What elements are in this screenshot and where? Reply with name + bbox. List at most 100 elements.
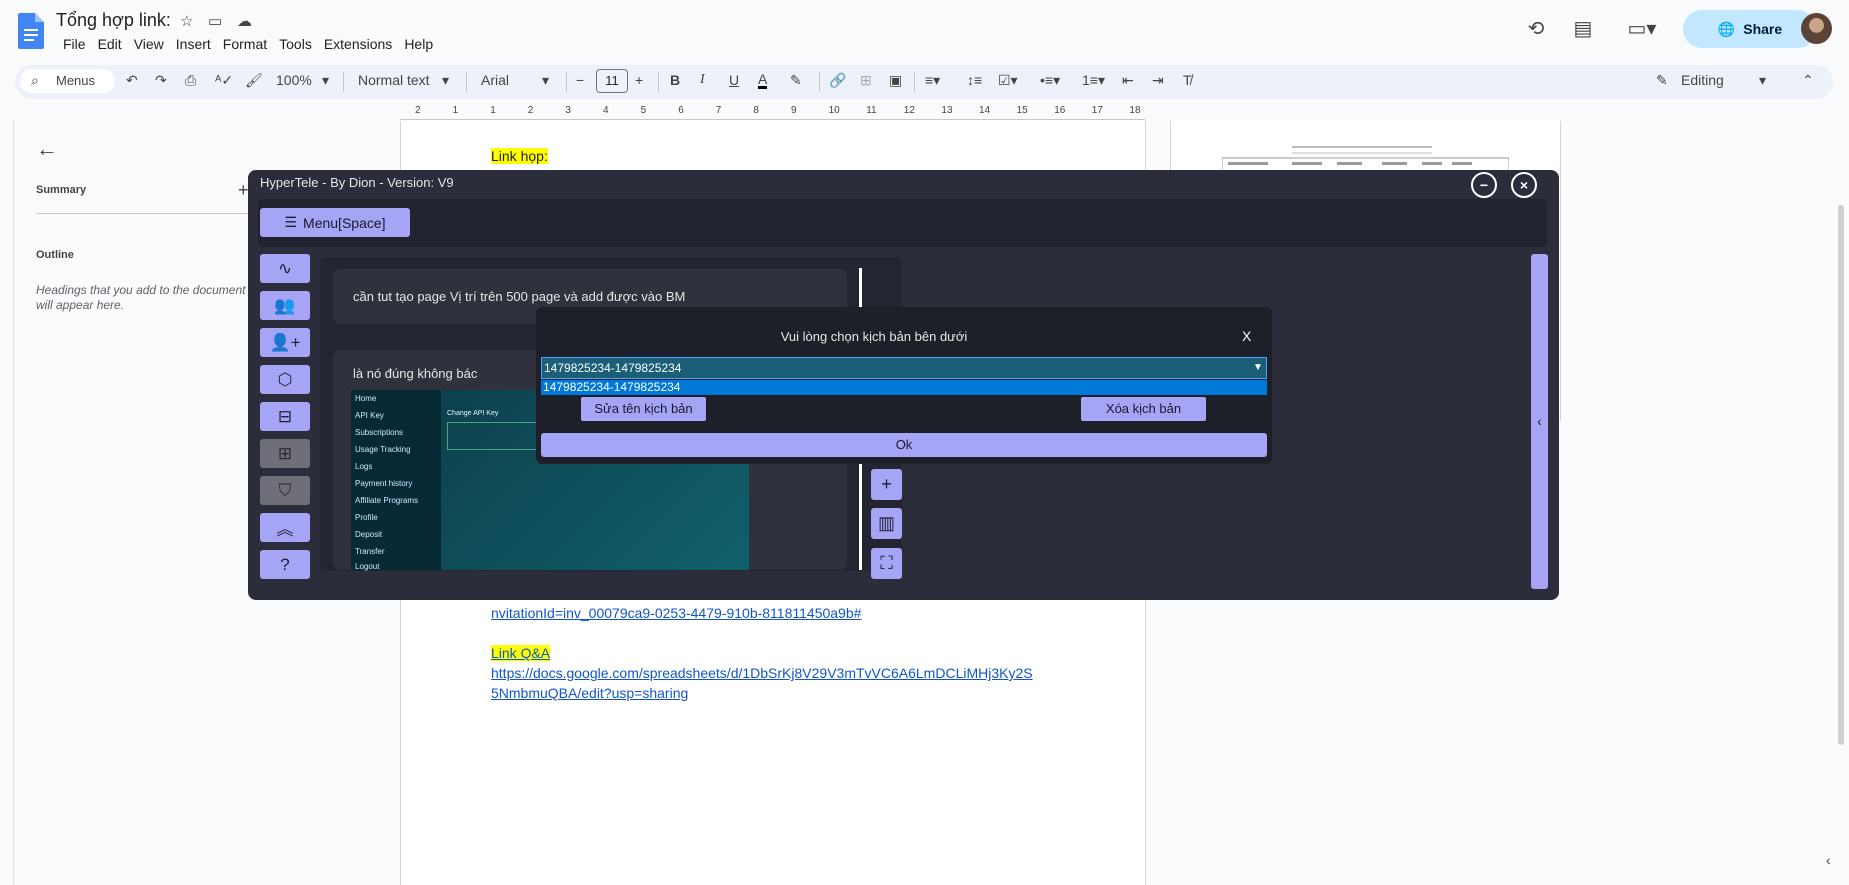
horizontal-ruler[interactable]: 2 1 1 2 3 4 5 6 7 8 9 10 11 12 13 14 15 16 17 18 [400, 104, 1145, 120]
ruler-tick-label: 15 [1016, 105, 1028, 116]
close-icon[interactable]: × [1511, 172, 1537, 198]
nav-item: Transfer [355, 547, 385, 556]
zoom-select[interactable]: 100% [276, 72, 312, 88]
redo-icon[interactable]: ↷ [155, 72, 167, 89]
menu-view[interactable]: View [128, 36, 170, 52]
nav-item: Profile [355, 513, 378, 522]
inbox-icon[interactable]: ⊟ [260, 402, 310, 431]
bold-icon[interactable]: B [670, 72, 680, 88]
menu-bar: File Edit View Insert Format Tools Exten… [57, 36, 439, 52]
script-select[interactable]: 1479825234-1479825234 [541, 357, 1267, 379]
ruler-tick-label: 10 [828, 105, 840, 116]
explore-expand-icon[interactable]: ‹ [1826, 852, 1831, 868]
add-comment-icon[interactable]: ⊞ [860, 72, 872, 89]
vertical-ruler[interactable] [0, 121, 14, 885]
ruler-tick-label: 16 [1054, 105, 1066, 116]
print-icon[interactable]: ⎙ [185, 72, 196, 89]
doc-heading-meeting-link: Link họp: [491, 148, 548, 164]
package-icon[interactable]: ⬡ [260, 365, 310, 394]
clear-formatting-icon[interactable]: T̸ [1183, 72, 1192, 88]
activity-icon[interactable]: ∿ [260, 254, 310, 283]
line-spacing-icon[interactable]: ↕≡ [967, 72, 982, 88]
share-button[interactable]: 🌐 Share [1683, 10, 1817, 48]
font-chevron-down-icon: ▾ [542, 72, 550, 88]
version-history-icon[interactable]: ⟲ [1523, 16, 1549, 42]
increase-font-size-icon[interactable]: + [635, 72, 643, 88]
checklist-icon[interactable]: ☑▾ [998, 72, 1018, 89]
text-color-icon[interactable]: A [758, 72, 768, 89]
document-title[interactable]: Tổng hợp link: [56, 10, 171, 31]
close-outline-arrow-icon[interactable]: ← [36, 136, 58, 162]
cloud-saved-icon[interactable]: ☁ [237, 12, 252, 30]
menu-file[interactable]: File [57, 36, 92, 52]
ruler-tick-label: 11 [866, 105, 877, 116]
editing-mode-select[interactable]: Editing [1681, 72, 1724, 88]
rename-script-button[interactable]: Sửa tên kịch bản [581, 397, 706, 421]
meeting-invite-link[interactable]: nvitationId=inv_00079ca9-0253-4479-910b-… [491, 605, 861, 621]
meet-video-icon[interactable]: ▭▾ [1622, 16, 1662, 42]
dialog-close-button[interactable]: X [1242, 328, 1251, 344]
qa-sheet-link-line1[interactable]: https://docs.google.com/spreadsheets/d/1… [491, 665, 1033, 681]
menu-help[interactable]: Help [398, 36, 439, 52]
decrease-indent-icon[interactable]: ⇤ [1122, 72, 1134, 89]
ruler-baseline [400, 119, 1145, 120]
ruler-tick-label: 14 [979, 105, 991, 116]
minimize-icon[interactable]: − [1471, 172, 1497, 198]
italic-icon[interactable]: I [700, 72, 705, 88]
menu-space-button[interactable]: ☰ Menu[Space] [260, 208, 410, 237]
menu-edit[interactable]: Edit [92, 36, 128, 52]
nav-item: Affiliate Programs [355, 496, 418, 505]
help-icon[interactable]: ? [260, 550, 310, 579]
document-scrollbar[interactable] [1838, 205, 1844, 745]
move-folder-icon[interactable]: ▭ [208, 12, 222, 30]
share-label: Share [1743, 21, 1783, 37]
shield-icon[interactable]: ⛉ [260, 476, 310, 505]
menu-extensions[interactable]: Extensions [318, 36, 398, 52]
increase-indent-icon[interactable]: ⇥ [1152, 72, 1164, 89]
toolbar-divider [343, 72, 344, 92]
double-chevron-up-icon[interactable]: ︽ [260, 513, 310, 542]
ok-button[interactable]: Ok [541, 433, 1267, 457]
undo-icon[interactable]: ↶ [126, 72, 138, 89]
font-size-input[interactable]: 11 [596, 69, 628, 93]
numbered-list-icon[interactable]: 1≡▾ [1082, 72, 1105, 89]
users-icon[interactable]: 👥 [260, 291, 310, 320]
list-menu-icon: ☰ [284, 214, 298, 230]
paragraph-style-select[interactable]: Normal text [358, 72, 430, 88]
mode-chevron-down-icon: ▾ [1759, 72, 1767, 88]
menu-format[interactable]: Format [217, 36, 273, 52]
add-summary-icon[interactable]: + [238, 180, 249, 201]
book-icon[interactable]: ▥ [871, 508, 902, 539]
menu-tools[interactable]: Tools [273, 36, 318, 52]
select-chevron-down-icon[interactable]: ▼ [1250, 358, 1266, 378]
collapse-panel-chevron-icon[interactable]: ‹ [1531, 254, 1548, 589]
toolbar-divider [466, 72, 467, 92]
decrease-font-size-icon[interactable]: − [576, 72, 584, 88]
spellcheck-icon[interactable]: ᴬ✓ [215, 72, 233, 89]
add-icon[interactable]: + [871, 469, 902, 500]
paint-format-icon[interactable]: 🖌 [245, 72, 263, 89]
star-icon[interactable]: ☆ [180, 12, 193, 30]
edit-pencil-icon: ✎ [1656, 72, 1668, 88]
comments-icon[interactable]: ▤ [1570, 16, 1596, 42]
script-option[interactable]: 1479825234-1479825234 [541, 380, 1267, 395]
screenshot-nav-menu: Home API Key Subscriptions Usage Trackin… [351, 390, 441, 571]
add-user-icon[interactable]: 👤+ [260, 328, 310, 357]
insert-link-icon[interactable]: 🔗 [829, 72, 846, 89]
table-icon[interactable]: ⊞ [260, 439, 310, 468]
avatar[interactable] [1801, 13, 1832, 44]
delete-script-button[interactable]: Xóa kịch bản [1081, 397, 1206, 421]
menu-insert[interactable]: Insert [170, 36, 217, 52]
insert-image-icon[interactable]: ▣ [889, 72, 902, 89]
underline-icon[interactable]: U [729, 72, 739, 88]
highlight-color-icon[interactable]: ✎ [790, 72, 802, 89]
hide-menus-chevron-up-icon[interactable]: ⌃ [1802, 72, 1814, 89]
align-left-icon[interactable]: ≡▾ [925, 72, 940, 89]
bulleted-list-icon[interactable]: •≡▾ [1040, 72, 1060, 89]
docs-logo-icon[interactable] [18, 13, 44, 49]
qa-sheet-link-line2[interactable]: 5NmbmuQBA/edit?usp=sharing [491, 685, 688, 701]
font-select[interactable]: Arial [481, 72, 509, 88]
qa-link-heading[interactable]: Link Q&A [491, 645, 551, 661]
fullscreen-icon[interactable]: ⛶ [871, 548, 902, 579]
ruler-tick-label: 5 [640, 105, 647, 116]
